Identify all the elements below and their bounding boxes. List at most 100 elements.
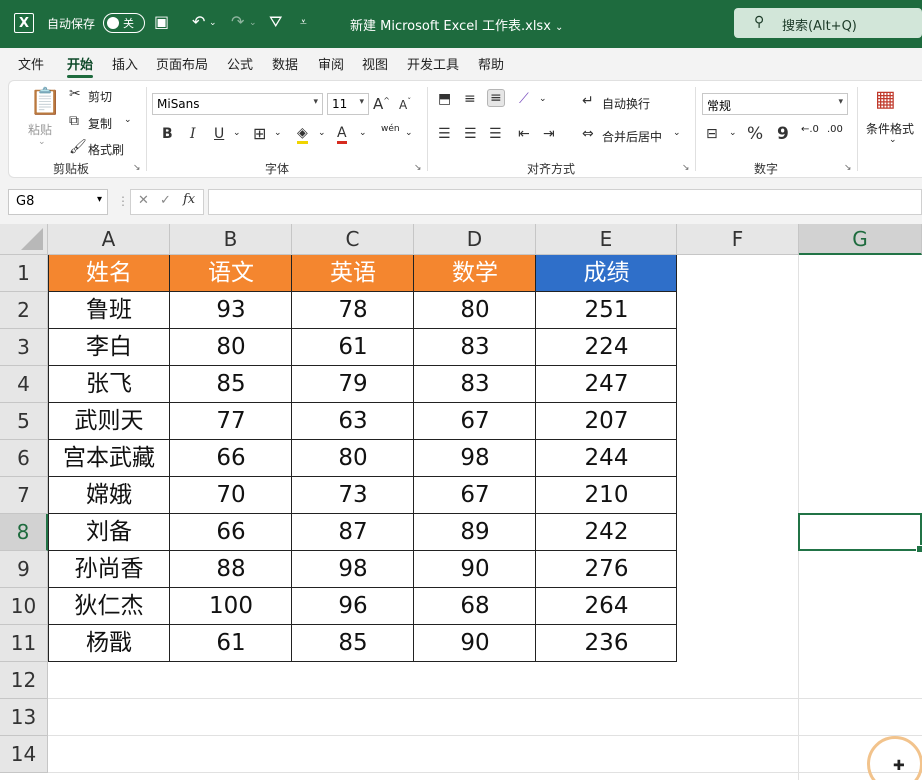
window-title[interactable]: 新建 Microsoft Excel 工作表.xlsx ⌄: [350, 15, 563, 34]
table-cell[interactable]: 244: [536, 440, 677, 477]
column-header-g[interactable]: G: [799, 224, 922, 255]
table-cell[interactable]: 武则天: [48, 403, 170, 440]
row-header-4[interactable]: 4: [0, 366, 48, 403]
clipboard-launcher-icon[interactable]: ↘: [133, 163, 141, 173]
conditional-format-icon[interactable]: ▦: [875, 87, 896, 112]
column-header-b[interactable]: B: [170, 224, 292, 255]
row-header-7[interactable]: 7: [0, 477, 48, 514]
paste-dropdown-icon[interactable]: ⌄: [38, 137, 46, 147]
merge-dropdown-icon[interactable]: ⌄: [673, 128, 681, 138]
table-cell[interactable]: 90: [414, 625, 536, 662]
table-cell[interactable]: 83: [414, 366, 536, 403]
decrease-decimal-icon[interactable]: .00: [827, 125, 845, 135]
table-cell[interactable]: 79: [292, 366, 414, 403]
column-header-f[interactable]: F: [677, 224, 799, 255]
align-bottom-icon[interactable]: ≡: [487, 89, 505, 107]
table-cell[interactable]: 张飞: [48, 366, 170, 403]
font-color-icon[interactable]: A: [337, 125, 347, 144]
row-header-10[interactable]: 10: [0, 588, 48, 625]
table-cell[interactable]: 93: [170, 292, 292, 329]
table-header-cell[interactable]: 英语: [292, 255, 414, 292]
tab-review[interactable]: 审阅: [318, 54, 344, 73]
table-cell[interactable]: 87: [292, 514, 414, 551]
table-cell[interactable]: 刘备: [48, 514, 170, 551]
merge-center-button[interactable]: 合并后居中: [602, 128, 662, 145]
shrink-font-icon[interactable]: Aˇ: [399, 97, 411, 112]
row-header-9[interactable]: 9: [0, 551, 48, 588]
table-cell[interactable]: 264: [536, 588, 677, 625]
align-middle-icon[interactable]: ≡: [464, 91, 476, 107]
bold-icon[interactable]: B: [162, 126, 173, 142]
increase-decimal-icon[interactable]: ←.0: [801, 125, 819, 135]
table-cell[interactable]: 李白: [48, 329, 170, 366]
table-cell[interactable]: 247: [536, 366, 677, 403]
phonetic-dropdown-icon[interactable]: ⌄: [405, 128, 413, 138]
row-header-2[interactable]: 2: [0, 292, 48, 329]
number-format-select[interactable]: 常规 ▾: [702, 93, 848, 115]
cancel-icon[interactable]: ✕: [138, 193, 149, 208]
wrap-text-button[interactable]: 自动换行: [602, 95, 650, 112]
table-cell[interactable]: 236: [536, 625, 677, 662]
more-options-icon[interactable]: ⋮: [117, 194, 129, 208]
table-cell[interactable]: 70: [170, 477, 292, 514]
table-cell[interactable]: 224: [536, 329, 677, 366]
table-cell[interactable]: 狄仁杰: [48, 588, 170, 625]
copy-dropdown-icon[interactable]: ⌄: [124, 115, 132, 125]
table-cell[interactable]: 61: [170, 625, 292, 662]
column-header-d[interactable]: D: [414, 224, 536, 255]
table-cell[interactable]: 78: [292, 292, 414, 329]
row-header-12[interactable]: 12: [0, 662, 48, 699]
table-cell[interactable]: 85: [292, 625, 414, 662]
align-top-icon[interactable]: ⬒: [438, 91, 451, 107]
orientation-icon[interactable]: ⟋: [519, 91, 529, 107]
paste-button[interactable]: 粘贴: [28, 121, 52, 138]
table-cell[interactable]: 251: [536, 292, 677, 329]
customize-icon[interactable]: ⩡: [300, 15, 307, 30]
table-cell[interactable]: 嫦娥: [48, 477, 170, 514]
wrap-text-icon[interactable]: ↵: [582, 93, 594, 109]
selected-cell-g8[interactable]: [798, 513, 922, 553]
table-cell[interactable]: 67: [414, 477, 536, 514]
fill-color-dropdown-icon[interactable]: ⌄: [318, 128, 326, 138]
orientation-dropdown-icon[interactable]: ⌄: [539, 94, 547, 104]
font-color-dropdown-icon[interactable]: ⌄: [359, 128, 367, 138]
table-cell[interactable]: 66: [170, 440, 292, 477]
row-header-8[interactable]: 8: [0, 514, 48, 551]
tab-insert[interactable]: 插入: [112, 54, 138, 73]
autosave-toggle[interactable]: 关: [103, 13, 145, 33]
table-cell[interactable]: 83: [414, 329, 536, 366]
tab-view[interactable]: 视图: [362, 54, 388, 73]
font-size-select[interactable]: 11 ▾: [327, 93, 369, 115]
table-cell[interactable]: 207: [536, 403, 677, 440]
row-header-6[interactable]: 6: [0, 440, 48, 477]
tab-data[interactable]: 数据: [272, 54, 298, 73]
tab-file[interactable]: 文件: [18, 54, 44, 73]
row-header-13[interactable]: 13: [0, 699, 48, 736]
borders-icon[interactable]: ⊞: [253, 124, 266, 143]
tab-formulas[interactable]: 公式: [227, 54, 253, 73]
paste-icon[interactable]: 📋: [29, 87, 61, 117]
table-cell[interactable]: 85: [170, 366, 292, 403]
table-cell[interactable]: 276: [536, 551, 677, 588]
table-cell[interactable]: 宫本武藏: [48, 440, 170, 477]
tab-page-layout[interactable]: 页面布局: [156, 54, 208, 73]
name-box[interactable]: G8 ▾: [8, 189, 108, 215]
search-box[interactable]: ⚲ 搜索(Alt+Q): [734, 8, 922, 38]
select-all-button[interactable]: [0, 224, 48, 255]
table-cell[interactable]: 68: [414, 588, 536, 625]
table-cell[interactable]: 80: [170, 329, 292, 366]
align-center-icon[interactable]: ☰: [464, 126, 477, 142]
font-name-select[interactable]: MiSans ▾: [152, 93, 323, 115]
align-right-icon[interactable]: ☰: [489, 126, 502, 142]
cut-icon[interactable]: ✂: [69, 86, 81, 102]
alignment-launcher-icon[interactable]: ↘: [682, 163, 690, 173]
column-header-c[interactable]: C: [292, 224, 414, 255]
tab-help[interactable]: 帮助: [478, 54, 504, 73]
column-header-e[interactable]: E: [536, 224, 677, 255]
percent-icon[interactable]: %: [747, 124, 763, 144]
fill-color-icon[interactable]: ◈: [297, 125, 308, 144]
undo-icon[interactable]: ↶: [192, 12, 205, 31]
phonetic-icon[interactable]: wén: [381, 124, 400, 134]
number-launcher-icon[interactable]: ↘: [844, 163, 852, 173]
enter-icon[interactable]: ✓: [160, 193, 171, 208]
